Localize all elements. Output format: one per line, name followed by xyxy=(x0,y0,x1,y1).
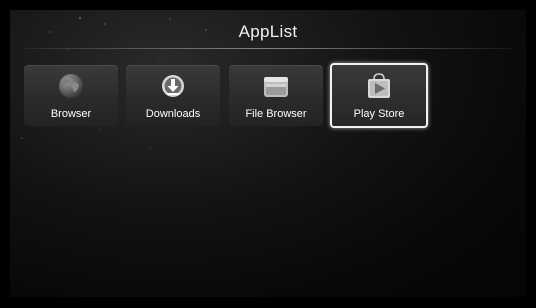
app-list-panel: AppList Browser Downloads File Browser P… xyxy=(10,10,526,297)
folder-icon xyxy=(264,77,288,97)
app-tile-play-store[interactable]: Play Store xyxy=(330,63,428,128)
tv-screen: AppList Browser Downloads File Browser P… xyxy=(0,0,536,308)
title-divider xyxy=(24,48,512,49)
page-title: AppList xyxy=(238,22,298,41)
app-tile-downloads[interactable]: Downloads xyxy=(126,65,220,126)
app-label-play-store: Play Store xyxy=(353,108,405,120)
app-tile-file-browser[interactable]: File Browser xyxy=(229,65,323,126)
app-label-browser: Browser xyxy=(50,108,92,120)
starfield-background xyxy=(21,17,481,161)
play-store-icon xyxy=(368,73,390,98)
app-label-file-browser: File Browser xyxy=(245,108,307,120)
download-icon xyxy=(162,75,184,97)
app-label-downloads: Downloads xyxy=(145,108,201,120)
globe-icon xyxy=(59,74,83,98)
app-tile-browser[interactable]: Browser xyxy=(24,65,118,126)
